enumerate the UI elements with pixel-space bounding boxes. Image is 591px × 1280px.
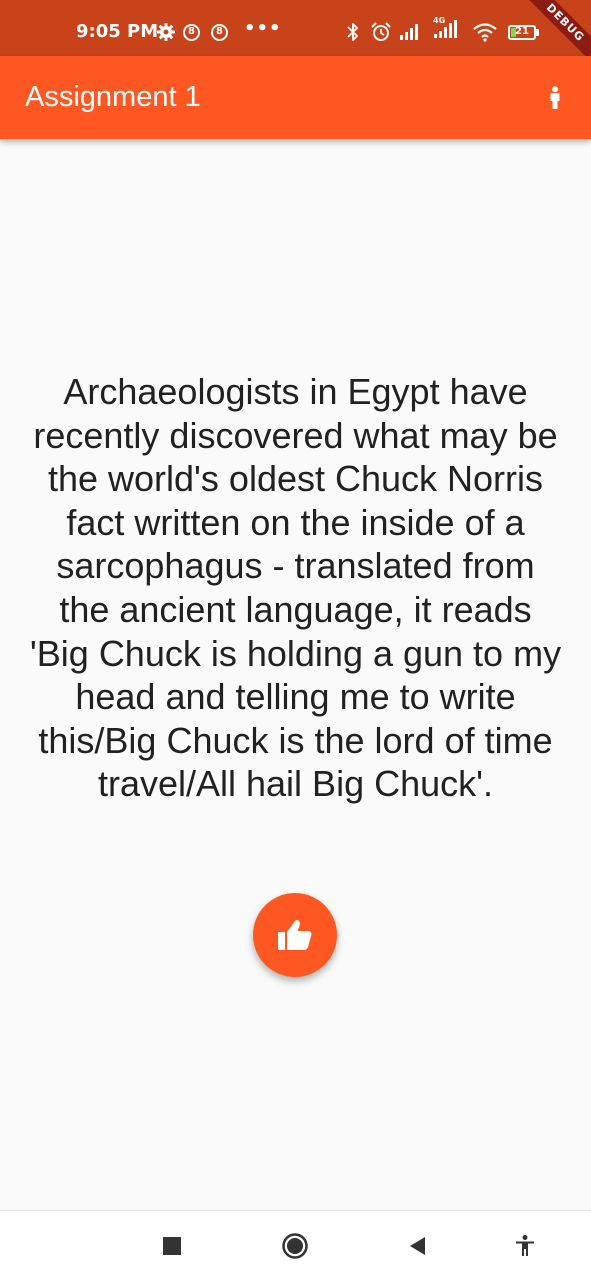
battery-icon: 21 (508, 25, 536, 40)
status-bar: 9:05 PM 8 8 ••• 4G 21 DEBUG (0, 0, 591, 56)
signal-4g-icon: 4G (430, 16, 466, 40)
notification-badge-icon: 8 (183, 20, 200, 44)
gear-icon (156, 20, 176, 44)
wifi-icon (472, 20, 498, 44)
circle-home-icon (282, 1233, 308, 1259)
accessibility-icon (516, 1235, 534, 1256)
app-bar: Assignment 1 (0, 56, 591, 139)
notification-badge-icon: 8 (211, 20, 228, 44)
person-button[interactable] (540, 82, 570, 114)
notification-badge-text: 8 (211, 23, 228, 41)
signal-icon (398, 20, 422, 44)
status-time: 9:05 PM (76, 21, 159, 42)
battery-tip (536, 29, 539, 36)
recents-button[interactable] (157, 1231, 187, 1261)
fact-text: Archaeologists in Egypt have recently di… (29, 371, 562, 805)
triangle-back-icon (410, 1237, 425, 1255)
alarm-icon (370, 20, 392, 44)
thumb-up-icon (278, 920, 312, 950)
system-nav-bar (0, 1210, 591, 1280)
like-button[interactable] (253, 893, 337, 977)
battery-level: 21 (515, 26, 529, 37)
main-content: Archaeologists in Egypt have recently di… (0, 139, 591, 1210)
bluetooth-icon (345, 20, 361, 44)
home-button[interactable] (280, 1231, 310, 1261)
app-title: Assignment 1 (25, 81, 201, 113)
accessibility-button[interactable] (510, 1231, 540, 1261)
back-button[interactable] (402, 1231, 432, 1261)
square-recents-icon (163, 1237, 181, 1255)
notification-badge-text: 8 (183, 23, 200, 41)
network-label: 4G (433, 16, 445, 25)
more-dots-icon: ••• (244, 17, 282, 39)
person-icon (550, 86, 560, 109)
